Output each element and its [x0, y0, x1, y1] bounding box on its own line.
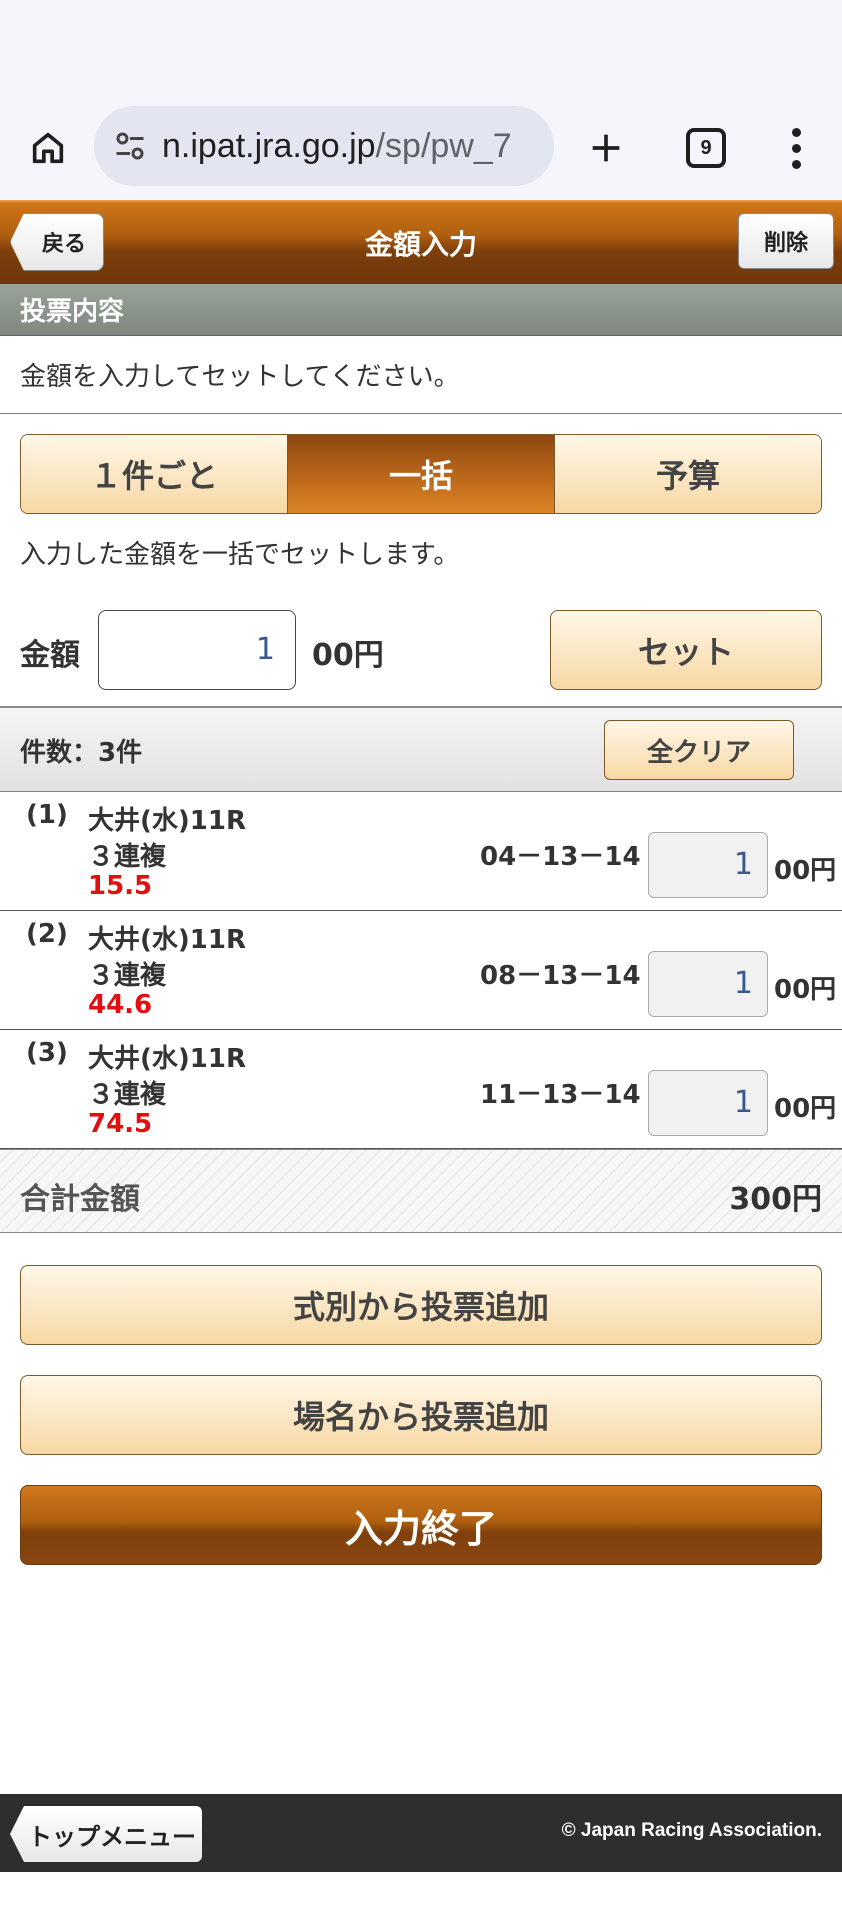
bet-combination: 11－13－14 [480, 1080, 641, 1110]
status-bar-area [0, 0, 842, 96]
footer: トップメニュー © Japan Racing Association. [0, 1794, 842, 1872]
tabs-icon: 9 [686, 128, 726, 168]
bulk-amount-input[interactable]: 1 [98, 610, 296, 690]
bet-row: (1) 大井(水)11R ３連複 15.5 04－13－14 1 00円 [0, 792, 842, 911]
tab-per-item[interactable]: １件ごと [21, 435, 288, 513]
mode-description: 入力した金額を一括でセットします。 [20, 540, 460, 570]
add-by-venue-button[interactable]: 場名から投票追加 [20, 1375, 822, 1455]
bet-odds: 74.5 [88, 1109, 153, 1139]
back-button[interactable]: 戻る [10, 213, 104, 271]
bet-row: (2) 大井(水)11R ３連複 44.6 08－13－14 1 00円 [0, 911, 842, 1030]
bet-amount-unit: 00円 [774, 975, 837, 1005]
url-host: n.ipat.jra.go.jp [162, 126, 376, 165]
page-title: 金額入力 [364, 228, 477, 261]
bet-number: (2) [26, 919, 68, 949]
bet-row: (3) 大井(水)11R ３連複 74.5 11－13－14 1 00円 [0, 1030, 842, 1149]
clear-all-button[interactable]: 全クリア [604, 720, 794, 780]
url-bar[interactable]: n.ipat.jra.go.jp/sp/pw_7 [94, 106, 554, 186]
section-title: 投票内容 [0, 284, 842, 336]
bet-combination: 04－13－14 [480, 842, 641, 872]
amount-mode-tabs: １件ごと 一括 予算 [20, 434, 822, 514]
bet-amount-input[interactable]: 1 [648, 832, 768, 898]
more-vert-dot [791, 159, 801, 169]
bet-number: (3) [26, 1038, 68, 1068]
bet-amount-input[interactable]: 1 [648, 1070, 768, 1136]
bet-type: ３連複 [88, 842, 167, 872]
site-settings-icon[interactable] [112, 128, 148, 164]
bulk-amount-row: 金額 1 00円 セット [0, 580, 842, 708]
bet-type: ３連複 [88, 961, 167, 991]
set-button[interactable]: セット [550, 610, 822, 690]
bet-number: (1) [26, 800, 68, 830]
app-header: 戻る 金額入力 削除 [0, 200, 842, 284]
add-by-bet-type-button[interactable]: 式別から投票追加 [20, 1265, 822, 1345]
home-button[interactable] [20, 120, 76, 176]
bet-race: 大井(水)11R [88, 1044, 246, 1074]
tab-bulk[interactable]: 一括 [288, 435, 555, 513]
bet-amount-unit: 00円 [774, 856, 837, 886]
copyright-text: © Japan Racing Association. [561, 1820, 822, 1841]
total-value: 300円 [729, 1182, 822, 1217]
bet-combination: 08－13－14 [480, 961, 641, 991]
tab-switcher-button[interactable]: 9 [676, 118, 736, 178]
bet-race: 大井(水)11R [88, 925, 246, 955]
finish-input-button[interactable]: 入力終了 [20, 1485, 822, 1565]
new-tab-button[interactable] [576, 118, 636, 178]
more-vert-icon [791, 127, 801, 137]
amount-unit: 00円 [312, 638, 384, 673]
browser-toolbar: n.ipat.jra.go.jp/sp/pw_7 9 [0, 96, 842, 200]
bet-odds: 15.5 [88, 871, 153, 901]
home-icon [32, 132, 64, 164]
total-label: 合計金額 [20, 1182, 140, 1217]
more-menu-button[interactable] [776, 118, 816, 178]
bet-type: ３連複 [88, 1080, 167, 1110]
amount-label: 金額 [20, 638, 80, 673]
tab-count: 9 [700, 136, 712, 159]
top-menu-button[interactable]: トップメニュー [10, 1806, 202, 1862]
plus-icon [592, 134, 620, 162]
total-row: 合計金額 300円 [0, 1149, 842, 1233]
url-text: n.ipat.jra.go.jp/sp/pw_7 [162, 127, 512, 166]
more-vert-dot [791, 143, 801, 153]
url-path: /sp/pw_7 [375, 126, 512, 165]
bet-race: 大井(水)11R [88, 806, 246, 836]
bet-amount-unit: 00円 [774, 1094, 837, 1124]
count-row: 件数：3件 全クリア [0, 708, 842, 792]
bet-count: 件数：3件 [20, 738, 143, 768]
delete-button[interactable]: 削除 [738, 213, 834, 269]
bet-odds: 44.6 [88, 990, 153, 1020]
instruction-text: 金額を入力してセットしてください。 [0, 336, 842, 414]
tab-budget[interactable]: 予算 [555, 435, 821, 513]
bet-amount-input[interactable]: 1 [648, 951, 768, 1017]
